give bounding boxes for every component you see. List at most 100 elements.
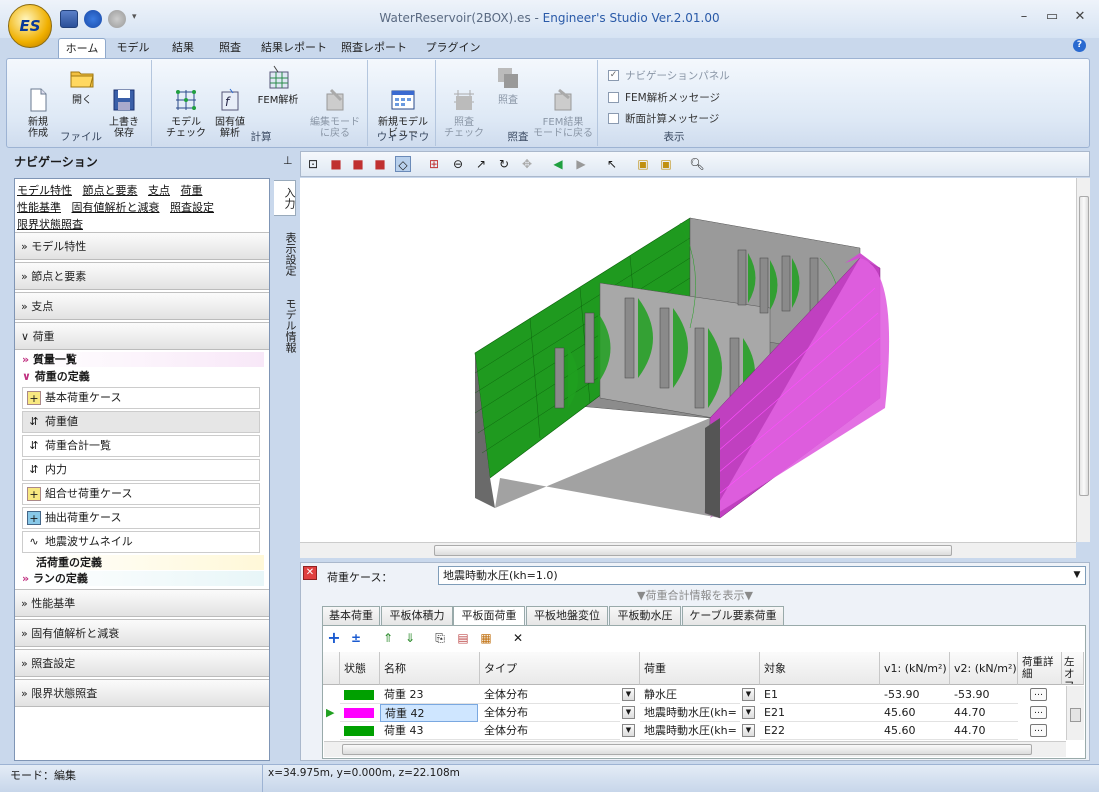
nav-section-check-settings[interactable]: » 照査設定 [15, 649, 269, 677]
tab-plate-surface-load[interactable]: 平板面荷重 [453, 606, 525, 626]
check-button[interactable]: 照査 [488, 64, 528, 106]
nav-item-combo-load-case[interactable]: + 組合せ荷重ケース [22, 483, 260, 505]
cube-view-icon[interactable]: ■ [328, 156, 344, 172]
find-icon[interactable]: 🔍︎ [689, 156, 705, 172]
row-2-detail-button[interactable]: … [1030, 706, 1047, 719]
paste-icon[interactable]: ▤ [455, 630, 471, 646]
move-down-icon[interactable]: ⇓ [402, 630, 418, 646]
row-2-type[interactable]: 全体分布 [480, 704, 620, 722]
zoom-extent-icon[interactable]: ↗ [473, 156, 489, 172]
delete-icon[interactable]: ✕ [510, 630, 526, 646]
chevron-down-icon[interactable]: ▼ [622, 706, 635, 719]
open-button[interactable]: 開く [62, 64, 102, 106]
pointer-icon[interactable]: ↖ [604, 156, 620, 172]
nav-item-seismic-wave[interactable]: ∿ 地震波サムネイル [22, 531, 260, 553]
row-2-name[interactable]: 荷重 42 [380, 704, 478, 722]
row-2-status[interactable] [340, 704, 380, 722]
forward-icon[interactable]: ▶ [573, 156, 589, 172]
section-message-checkbox[interactable]: 断面計算メッセージ [608, 111, 719, 126]
nav-section-supports[interactable]: » 支点 [15, 292, 269, 320]
row-1-name[interactable]: 荷重 23 [380, 686, 480, 704]
pan-icon[interactable]: ✥ [519, 156, 535, 172]
import-icon[interactable]: ▦ [478, 630, 494, 646]
nav-section-model[interactable]: » モデル特性 [15, 232, 269, 260]
rotate-icon[interactable]: ↻ [496, 156, 512, 172]
box-select-alt-icon[interactable]: ▣ [658, 156, 674, 172]
box-select-icon[interactable]: ▣ [635, 156, 651, 172]
col-target[interactable]: 対象 [760, 652, 880, 685]
row-1-target[interactable]: E1 [760, 686, 880, 704]
cube-side-icon[interactable]: ■ [372, 156, 388, 172]
row-1-detail-button[interactable]: … [1030, 688, 1047, 701]
nav-section-performance[interactable]: » 性能基準 [15, 589, 269, 617]
insert-row-icon[interactable]: ± [348, 630, 364, 646]
copy-icon[interactable]: ⎘ [432, 630, 448, 646]
row-2-v2[interactable]: 44.70 [950, 704, 1018, 722]
col-load[interactable]: 荷重 [640, 652, 760, 685]
nav-section-nodes[interactable]: » 節点と要素 [15, 262, 269, 290]
tab-cable-load[interactable]: ケーブル要素荷重 [682, 606, 784, 625]
row-1-v2[interactable]: -53.90 [950, 686, 1018, 704]
nav-sub-run[interactable]: » ランの定義 [22, 571, 264, 586]
nav-item-load-total[interactable]: ⇵ 荷重合計一覧 [22, 435, 260, 457]
chevron-down-icon[interactable]: ▼ [742, 688, 755, 701]
nav-sub-live-load[interactable]: 活荷重の定義 [22, 555, 264, 570]
help-icon[interactable]: ? [1073, 39, 1086, 52]
fem-analysis-button[interactable]: FEM解析 [254, 64, 302, 106]
new-file-button[interactable]: 新規 作成 [18, 64, 58, 139]
nav-sub-mass[interactable]: » 質量一覧 [22, 352, 264, 367]
tab-model[interactable]: モデル [110, 38, 156, 58]
tab-home[interactable]: ホーム [58, 38, 106, 58]
row-3-status[interactable] [340, 722, 380, 740]
vtab-input[interactable]: 入力 [274, 180, 296, 216]
tab-plate-body-force[interactable]: 平板体積力 [381, 606, 453, 625]
nav-link-check-settings[interactable]: 照査設定 [170, 201, 214, 214]
col-type[interactable]: タイプ [480, 652, 640, 685]
row-2-target[interactable]: E21 [760, 704, 880, 722]
app-menu-orb[interactable]: ES [8, 4, 52, 48]
col-left-offset[interactable]: 左オフセ [1062, 652, 1084, 685]
tab-result-report[interactable]: 結果レポート [256, 38, 332, 58]
viewport-vertical-scrollbar[interactable] [1076, 178, 1090, 542]
chevron-down-icon[interactable]: ▼ [742, 724, 755, 737]
col-v2[interactable]: v2: (kN/m²) [950, 652, 1018, 685]
row-2-v1[interactable]: 45.60 [880, 704, 950, 722]
row-3-load[interactable]: 地震時動水圧(kh= [640, 722, 740, 740]
nav-item-extract-load-case[interactable]: + 抽出荷重ケース [22, 507, 260, 529]
vtab-display-settings[interactable]: 表示設定 [274, 226, 297, 282]
close-panel-icon[interactable]: ✕ [303, 566, 317, 580]
chevron-down-icon[interactable]: ▼ [622, 688, 635, 701]
nav-link-supports[interactable]: 支点 [148, 184, 170, 197]
nav-sub-load-def[interactable]: ∨ 荷重の定義 [22, 369, 264, 384]
cube-front-icon[interactable]: ■ [350, 156, 366, 172]
tab-plate-hydrodynamic[interactable]: 平板動水圧 [609, 606, 681, 625]
row-3-v2[interactable]: 44.70 [950, 722, 1018, 740]
row-3-target[interactable]: E22 [760, 722, 880, 740]
col-detail[interactable]: 荷重詳細 [1018, 652, 1062, 685]
row-3-type[interactable]: 全体分布 [480, 722, 620, 740]
cube-iso-icon[interactable]: ◇ [395, 156, 411, 172]
nav-section-eigen[interactable]: » 固有値解析と減衰 [15, 619, 269, 647]
back-icon[interactable]: ◀ [550, 156, 566, 172]
tab-basic-load[interactable]: 基本荷重 [322, 606, 380, 625]
tab-plate-ground-disp[interactable]: 平板地盤変位 [526, 606, 608, 625]
tab-plugin[interactable]: プラグイン [420, 38, 486, 58]
zoom-window-icon[interactable]: ⊞ [426, 156, 442, 172]
chevron-down-icon[interactable]: ▼ [742, 706, 755, 719]
maximize-button[interactable]: ▭ [1040, 8, 1064, 26]
nav-link-eigen[interactable]: 固有値解析と減衰 [72, 201, 160, 214]
model-check-button[interactable]: モデル チェック [166, 64, 206, 139]
nav-section-loads[interactable]: ∨ 荷重 [15, 322, 269, 350]
model-viewport[interactable] [300, 178, 1076, 542]
fem-message-checkbox[interactable]: FEM解析メッセージ [608, 90, 720, 105]
chevron-down-icon[interactable]: ▼ [622, 724, 635, 737]
check-check-button[interactable]: 照査 チェック [444, 64, 484, 139]
row-1-v1[interactable]: -53.90 [880, 686, 950, 704]
close-button[interactable]: ✕ [1068, 8, 1092, 26]
nav-link-loads[interactable]: 荷重 [181, 184, 203, 197]
viewport-horizontal-scrollbar[interactable] [300, 542, 1076, 558]
nav-item-internal-force[interactable]: ⇵ 内力 [22, 459, 260, 481]
add-row-icon[interactable]: + [326, 630, 342, 646]
row-3-v1[interactable]: 45.60 [880, 722, 950, 740]
minimize-button[interactable]: – [1012, 8, 1036, 26]
